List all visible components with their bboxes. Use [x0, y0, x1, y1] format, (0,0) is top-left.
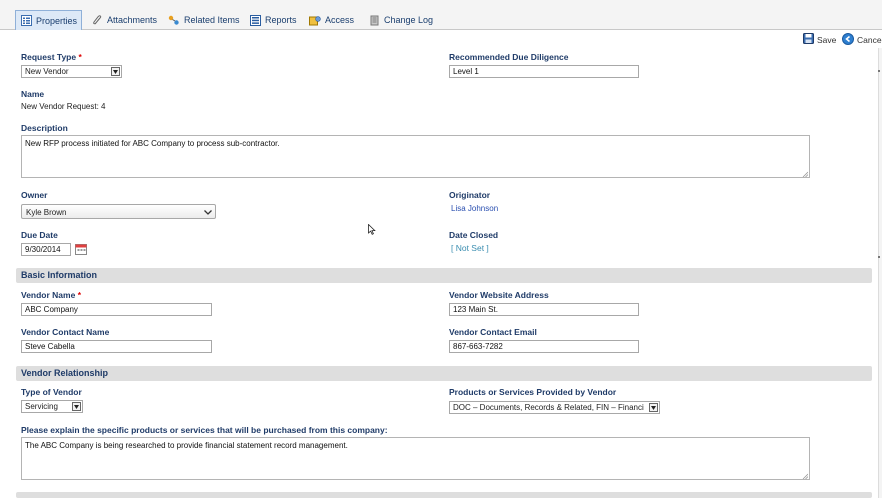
products-services-select[interactable]: DOC – Documents, Records & Related, FIN …	[449, 401, 660, 414]
resize-grip-icon[interactable]	[802, 472, 809, 479]
explain-products-label: Please explain the specific products or …	[21, 425, 388, 435]
name-value: New Vendor Request: 4	[21, 102, 106, 111]
description-label: Description	[21, 123, 68, 133]
basic-information-header: Basic Information	[16, 268, 872, 283]
due-date-label: Due Date	[21, 230, 58, 240]
access-icon	[309, 14, 321, 26]
cancel-icon	[842, 33, 854, 47]
recommended-due-diligence-field[interactable]: Level 1	[449, 65, 639, 78]
name-label: Name	[21, 89, 45, 99]
tab-label: Attachments	[107, 15, 158, 25]
request-type-value: New Vendor	[25, 67, 69, 76]
vendor-contact-name-field[interactable]: Steve Cabella	[21, 340, 212, 353]
change-log-icon	[368, 14, 380, 26]
due-date-field[interactable]: 9/30/2014	[21, 243, 71, 256]
explain-products-value: The ABC Company is being researched to p…	[25, 441, 348, 450]
cancel-button[interactable]: Cancel	[842, 33, 882, 47]
vendor-name-label-text: Vendor Name	[21, 290, 76, 300]
tab-related-items[interactable]: Related Items	[164, 10, 244, 30]
description-value: New RFP process initiated for ABC Compan…	[25, 139, 280, 148]
tab-label: Properties	[36, 15, 78, 26]
vendor-name-label: Vendor Name *	[21, 290, 81, 300]
description-textarea[interactable]: New RFP process initiated for ABC Compan…	[21, 135, 810, 178]
save-label: Save	[817, 34, 837, 45]
owner-dropdown[interactable]: Kyle Brown	[21, 204, 216, 219]
type-of-vendor-value: Servicing	[25, 402, 58, 411]
vendor-contact-email-label: Vendor Contact Email	[449, 327, 537, 337]
paperclip-icon	[91, 14, 103, 26]
save-icon	[803, 33, 814, 46]
vendor-website-label: Vendor Website Address	[449, 290, 549, 300]
recommended-due-diligence-label: Recommended Due Diligence	[449, 52, 569, 62]
type-of-vendor-select[interactable]: Servicing	[21, 400, 83, 413]
chevron-down-icon[interactable]	[649, 403, 658, 412]
vendor-relationship-header: Vendor Relationship	[16, 366, 872, 381]
save-button[interactable]: Save	[803, 33, 836, 46]
scroll-marker	[878, 256, 880, 258]
tab-label: Access	[325, 15, 355, 25]
products-services-label: Products or Services Provided by Vendor	[449, 387, 617, 397]
chevron-down-icon[interactable]	[111, 67, 120, 76]
resize-grip-icon[interactable]	[802, 170, 809, 177]
type-of-vendor-label: Type of Vendor	[21, 387, 82, 397]
calendar-icon[interactable]	[75, 243, 87, 257]
vendor-name-field[interactable]: ABC Company	[21, 303, 212, 316]
action-bar: Save Cancel	[0, 31, 882, 48]
explain-products-textarea[interactable]: The ABC Company is being researched to p…	[21, 437, 810, 480]
required-marker: *	[77, 290, 82, 300]
properties-icon	[20, 15, 32, 27]
scroll-marker	[878, 70, 880, 72]
chevron-down-icon[interactable]	[72, 402, 81, 411]
originator-label: Originator	[449, 190, 491, 200]
chevron-down-icon[interactable]	[204, 208, 212, 216]
related-items-icon	[168, 14, 180, 26]
mouse-cursor-icon	[368, 223, 376, 237]
date-closed-label: Date Closed	[449, 230, 499, 240]
request-type-label: Request Type *	[21, 52, 82, 62]
date-closed-value: [ Not Set ]	[451, 243, 489, 253]
next-section-header	[16, 492, 872, 498]
reports-icon	[249, 14, 261, 26]
tab-attachments[interactable]: Attachments	[87, 10, 161, 30]
tab-change-log[interactable]: Change Log	[364, 10, 437, 30]
vendor-contact-email-field[interactable]: 867-663-7282	[449, 340, 639, 353]
cancel-label: Cancel	[857, 35, 882, 45]
originator-link[interactable]: Lisa Johnson	[451, 204, 498, 213]
vertical-scrollbar[interactable]	[878, 48, 882, 498]
products-services-value: DOC – Documents, Records & Related, FIN …	[453, 403, 644, 412]
tab-label: Related Items	[184, 15, 240, 25]
tab-bar: Properties Attachments Related Items Rep…	[0, 0, 882, 30]
vendor-website-field[interactable]: 123 Main St.	[449, 303, 639, 316]
tab-access[interactable]: Access	[305, 10, 358, 30]
owner-label: Owner	[21, 190, 48, 200]
tab-label: Reports	[265, 15, 297, 25]
vendor-contact-name-label: Vendor Contact Name	[21, 327, 110, 337]
tab-label: Change Log	[384, 15, 434, 25]
required-marker: *	[78, 52, 82, 62]
owner-value: Kyle Brown	[26, 208, 67, 217]
request-type-label-text: Request Type	[21, 52, 77, 62]
tab-properties[interactable]: Properties	[15, 10, 83, 30]
tab-reports[interactable]: Reports	[245, 10, 301, 30]
request-type-select[interactable]: New Vendor	[21, 65, 122, 78]
